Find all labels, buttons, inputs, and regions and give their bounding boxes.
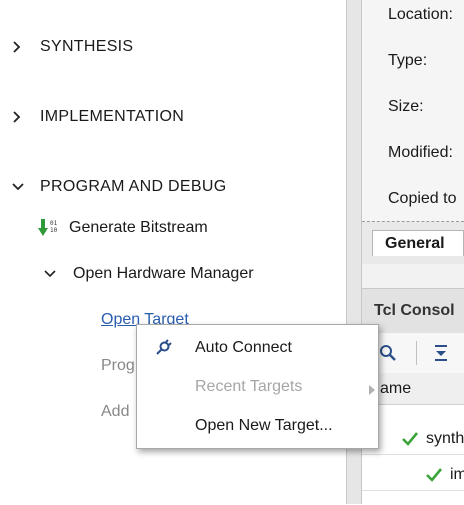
toolbar-separator (416, 341, 417, 365)
chevron-right-icon[interactable] (12, 41, 32, 53)
check-icon (402, 431, 418, 446)
run-name: synth (426, 429, 464, 447)
section-implementation[interactable]: IMPLEMENTATION (12, 105, 184, 129)
copied-to-label: Copied to (388, 190, 457, 207)
menu-label: Open New Target... (195, 417, 333, 434)
add-configuration-link[interactable]: Add (101, 400, 129, 424)
section-label: PROGRAM AND DEBUG (40, 178, 227, 195)
collapse-all-icon[interactable] (432, 343, 450, 368)
svg-text:10: 10 (50, 227, 58, 234)
menu-item-open-new-target[interactable]: Open New Target... (137, 407, 378, 445)
section-program-and-debug[interactable]: PROGRAM AND DEBUG (12, 175, 226, 199)
properties-panel: Location: Type: Size: Modified: Copied t… (362, 0, 464, 222)
run-name: im (450, 465, 464, 483)
svg-text:01: 01 (50, 220, 58, 227)
section-label: SYNTHESIS (40, 38, 134, 55)
search-icon[interactable] (380, 343, 400, 368)
bitstream-icon: 01 10 (38, 218, 62, 238)
open-hardware-manager-item[interactable]: Open Hardware Manager (44, 262, 254, 286)
chevron-down-icon[interactable] (44, 269, 60, 279)
location-label: Location: (388, 6, 453, 23)
open-hardware-manager-label: Open Hardware Manager (73, 265, 254, 282)
menu-item-recent-targets[interactable]: Recent Targets (137, 368, 378, 406)
auto-connect-icon (153, 338, 173, 363)
open-target-context-menu: Auto Connect Recent Targets Open New Tar… (136, 324, 379, 449)
generate-bitstream-item[interactable]: 01 10 Generate Bitstream (38, 216, 208, 240)
size-label: Size: (388, 98, 424, 115)
chevron-down-icon[interactable] (12, 182, 32, 192)
submenu-arrow-icon (369, 382, 375, 400)
chevron-right-icon[interactable] (12, 111, 32, 123)
menu-label: Recent Targets (195, 378, 303, 395)
modified-label: Modified: (388, 144, 453, 161)
tab-general[interactable]: General (372, 230, 464, 256)
section-synthesis[interactable]: SYNTHESIS (12, 35, 133, 59)
generate-bitstream-label: Generate Bitstream (69, 219, 208, 236)
program-device-link[interactable]: Prog (101, 354, 135, 378)
menu-item-auto-connect[interactable]: Auto Connect (137, 329, 378, 367)
menu-label: Auto Connect (195, 339, 292, 356)
table-row[interactable]: im (362, 459, 464, 491)
properties-tabbar: General (362, 222, 464, 264)
type-label: Type: (388, 52, 428, 69)
check-icon (426, 467, 442, 482)
section-label: IMPLEMENTATION (40, 108, 185, 125)
